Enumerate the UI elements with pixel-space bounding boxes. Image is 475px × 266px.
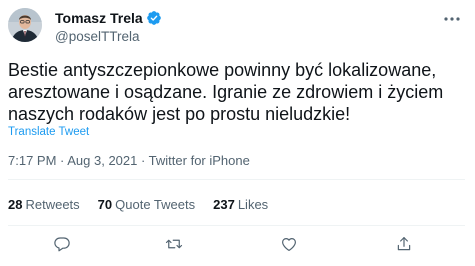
retweet-icon[interactable] [163,233,185,255]
retweets-count: 28 [8,197,23,212]
likes-count: 237 [213,197,235,212]
divider [8,179,465,180]
tweet-stats: 28 Retweets 70 Quote Tweets 237 Likes [8,197,286,212]
quote-tweets-count: 70 [97,197,113,212]
author-display-name[interactable]: Tomasz Trela [55,10,143,26]
quote-tweets-stat[interactable]: 70 Quote Tweets [98,197,195,212]
verified-badge-icon [146,10,162,26]
share-icon[interactable] [393,233,415,255]
tweet-timestamp-source[interactable]: 7:17 PM · Aug 3, 2021 · Twitter for iPho… [8,153,250,168]
tweet-text: Bestie antyszczepionkowe powinny być lok… [8,60,444,124]
more-options-icon[interactable] [441,12,463,26]
author-name-row[interactable]: Tomasz Trela [55,9,162,27]
avatar[interactable] [8,8,42,42]
translate-tweet-link[interactable]: Translate Tweet [8,126,89,138]
avatar-image [8,8,42,42]
divider [8,225,465,226]
retweets-stat[interactable]: 28 Retweets [8,197,80,212]
likes-label: Likes [237,197,269,212]
tweet-actions-bar [0,233,475,255]
quote-tweets-label: Quote Tweets [115,197,196,212]
author-handle[interactable]: @poselTTrela [55,29,139,44]
retweets-label: Retweets [25,197,80,212]
like-icon[interactable] [278,233,300,255]
reply-icon[interactable] [51,233,73,255]
likes-stat[interactable]: 237 Likes [213,197,268,212]
